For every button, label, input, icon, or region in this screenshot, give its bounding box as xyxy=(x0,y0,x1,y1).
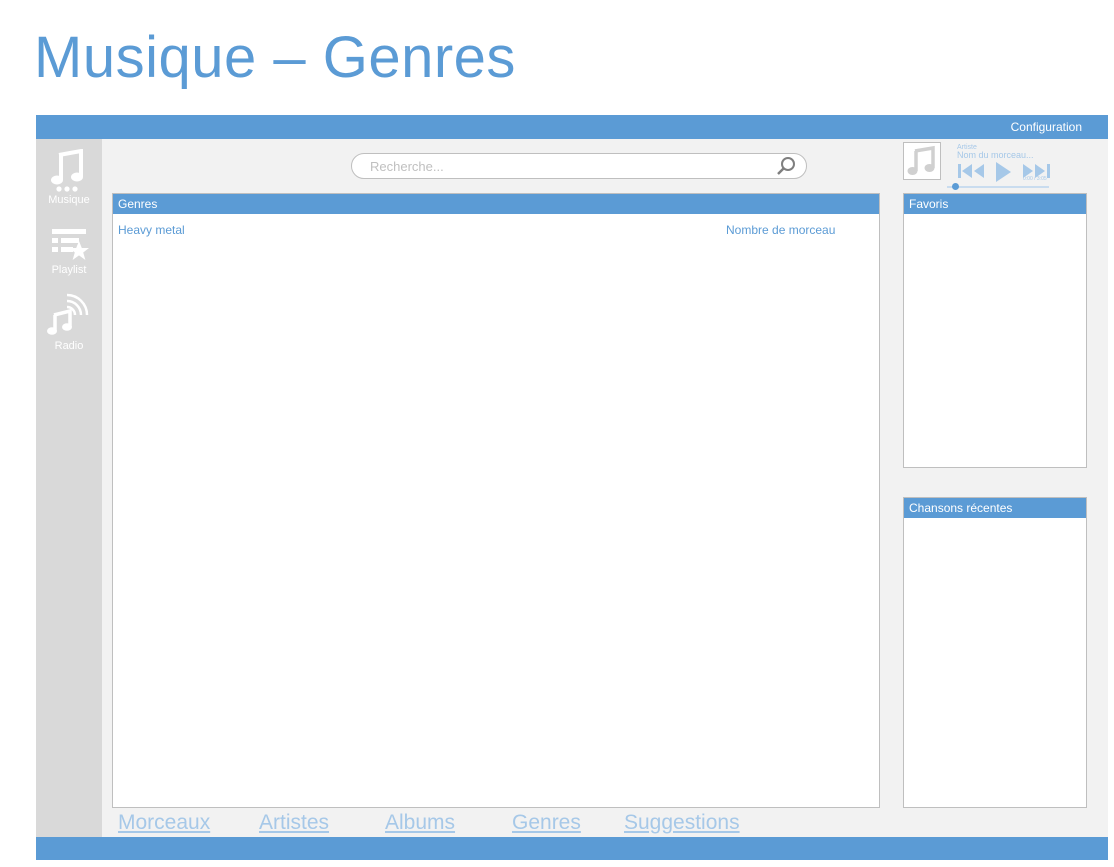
previous-button[interactable] xyxy=(957,162,987,185)
sidebar-item-label: Radio xyxy=(54,340,84,352)
mini-player: Artiste Nom du morceau... 0:00 / 3:05 xyxy=(903,142,1087,190)
search-bar xyxy=(351,153,807,179)
sidebar-item-label: Playlist xyxy=(51,264,87,276)
page-title: Musique – Genres xyxy=(34,25,516,90)
sidebar-item-playlist[interactable]: Playlist xyxy=(36,227,102,276)
tab-genres[interactable]: Genres xyxy=(512,811,581,835)
music-note-icon xyxy=(907,145,935,175)
playlist-star-icon xyxy=(52,229,89,260)
configuration-link[interactable]: Configuration xyxy=(1011,120,1082,134)
favoris-panel-title: Favoris xyxy=(904,194,1086,214)
app-frame: Configuration Musique Playlist Radio Rec… xyxy=(36,115,1108,860)
sidebar-item-radio[interactable]: Radio xyxy=(36,289,102,352)
track-count-label: Nombre de morceau xyxy=(726,223,836,237)
genre-name: Heavy metal xyxy=(118,223,185,237)
player-time: 0:00 / 3:05 xyxy=(1023,176,1047,182)
top-bar: Configuration xyxy=(36,115,1108,139)
favoris-panel: Favoris xyxy=(903,193,1087,468)
genres-panel: Genres Heavy metal Nombre de morceau xyxy=(112,193,880,808)
tab-morceaux[interactable]: Morceaux xyxy=(118,811,210,835)
progress-handle[interactable] xyxy=(952,183,960,190)
genres-panel-title: Genres xyxy=(113,194,879,214)
previous-icon xyxy=(958,164,984,178)
recent-songs-panel-title: Chansons récentes xyxy=(904,498,1086,518)
player-track-title: Nom du morceau... xyxy=(957,150,1034,160)
album-art xyxy=(903,142,941,180)
sidebar-item-musique[interactable]: Musique xyxy=(36,149,102,206)
sidebar: Musique Playlist Radio xyxy=(36,139,102,837)
bottom-bar xyxy=(36,837,1108,860)
radio-icon xyxy=(47,293,89,335)
recent-songs-panel: Chansons récentes xyxy=(903,497,1087,808)
tab-suggestions[interactable]: Suggestions xyxy=(624,811,740,835)
search-input[interactable] xyxy=(370,154,760,178)
search-icon xyxy=(777,157,795,175)
play-button[interactable] xyxy=(994,162,1012,187)
tab-albums[interactable]: Albums xyxy=(385,811,455,835)
play-icon xyxy=(996,162,1011,182)
music-note-icon xyxy=(51,149,83,192)
tab-artistes[interactable]: Artistes xyxy=(259,811,329,835)
progress-bar[interactable] xyxy=(947,183,1049,190)
sidebar-item-label: Musique xyxy=(48,194,90,206)
search-button[interactable] xyxy=(776,156,796,181)
